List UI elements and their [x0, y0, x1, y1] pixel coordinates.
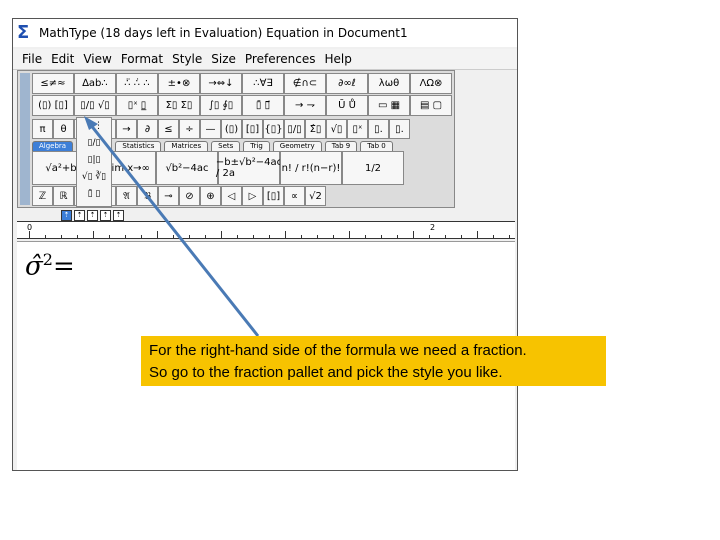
- callout-line: So go to the fraction pallet and pick th…: [149, 364, 503, 381]
- pointer-arrow: [84, 116, 260, 337]
- instruction-callout: For the right-hand side of the formula w…: [141, 336, 606, 386]
- callout-line: For the right-hand side of the formula w…: [149, 342, 527, 359]
